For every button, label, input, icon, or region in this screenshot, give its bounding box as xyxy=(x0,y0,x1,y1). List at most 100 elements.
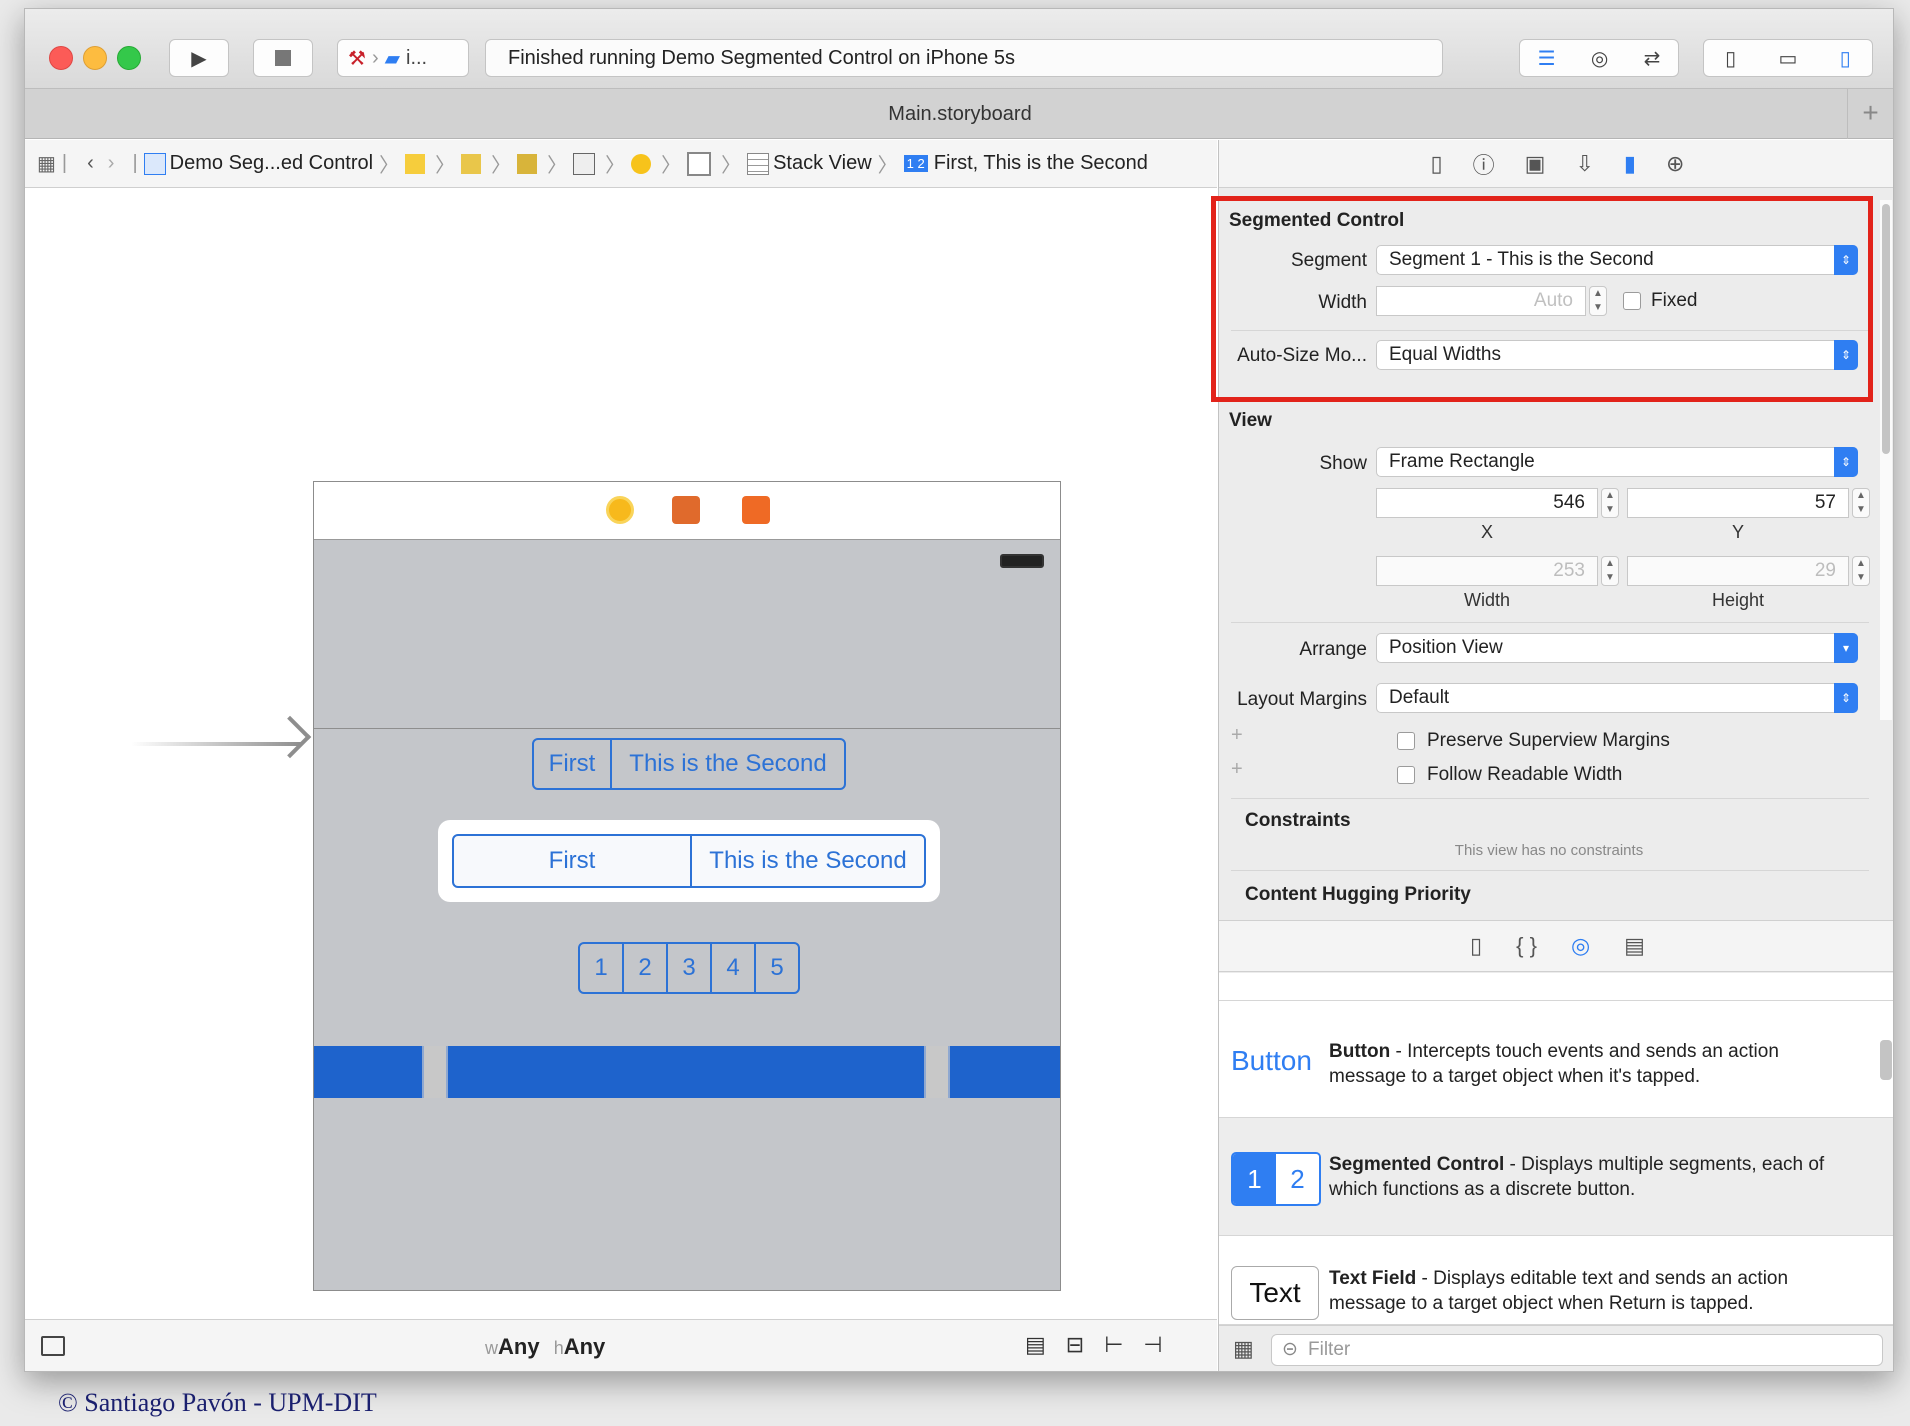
library-item-text: Segmented Control - Displays multiple se… xyxy=(1329,1152,1849,1202)
storyboard-file-icon[interactable] xyxy=(517,153,538,174)
device-icon: ▰ xyxy=(384,47,400,70)
navigator-toggle-icon[interactable]: ▯ xyxy=(1725,46,1736,71)
selected-stack-view-bar[interactable] xyxy=(314,1046,1060,1098)
segment-5[interactable]: 5 xyxy=(756,944,798,992)
resize-handle-left[interactable] xyxy=(422,1046,448,1098)
add-tab-button[interactable]: + xyxy=(1847,89,1893,139)
arrange-popup-value: Position View xyxy=(1389,637,1503,658)
object-library-icon[interactable]: ◎ xyxy=(1571,933,1590,959)
grid-view-icon[interactable]: ▦ xyxy=(1233,1336,1254,1362)
layout-margins-label: Layout Margins xyxy=(1237,689,1367,710)
version-editor-icon[interactable]: ⇄ xyxy=(1644,46,1661,71)
storyboard-icon[interactable] xyxy=(461,153,482,174)
segmented-control-icon: 1 2 xyxy=(903,155,928,172)
back-arrow-icon[interactable]: ‹ xyxy=(87,152,94,175)
media-library-icon[interactable]: ▤ xyxy=(1624,933,1645,959)
add-variation-icon[interactable]: + xyxy=(1231,758,1243,781)
stop-button[interactable] xyxy=(253,39,313,77)
scene-icon[interactable] xyxy=(573,152,596,175)
library-item-text-field[interactable]: Text Text Field - Displays editable text… xyxy=(1219,1236,1893,1325)
filter-placeholder: Filter xyxy=(1308,1339,1351,1360)
tab-main-storyboard[interactable]: Main.storyboard xyxy=(25,89,1893,139)
x-label: X xyxy=(1480,522,1493,542)
view-controller-icon[interactable] xyxy=(631,153,652,174)
segment-second[interactable]: This is the Second xyxy=(692,836,924,886)
height-stepper[interactable]: ▲ ▼ xyxy=(1852,556,1870,586)
width-field[interactable]: 253 xyxy=(1376,556,1598,586)
size-class-selector[interactable]: wAny hAny xyxy=(485,1334,605,1360)
storyboard-canvas[interactable]: First This is the Second First This is t… xyxy=(25,189,1217,1319)
arrange-popup[interactable]: Position View ▾ xyxy=(1376,633,1858,663)
view-section-title: View xyxy=(1229,410,1272,431)
segment-first[interactable]: First xyxy=(534,740,612,788)
view-controller-scene[interactable]: First This is the Second First This is t… xyxy=(313,481,1061,1291)
align-icon[interactable]: ⊟ xyxy=(1066,1332,1084,1358)
highlight-annotation-box xyxy=(1211,196,1873,402)
breadcrumb-project[interactable]: Demo Seg...ed Control xyxy=(170,152,373,175)
library-item-segmented-control[interactable]: 1 2 Segmented Control - Displays multipl… xyxy=(1219,1118,1893,1236)
width-caption: Width xyxy=(1463,590,1510,610)
utilities-toggle-icon[interactable]: ▯ xyxy=(1840,46,1851,71)
segment-4[interactable]: 4 xyxy=(712,944,756,992)
resize-handle-right[interactable] xyxy=(924,1046,950,1098)
resolve-issues-icon[interactable]: ⊣ xyxy=(1143,1332,1162,1358)
inspector-tabs: ▯ ⓘ ▣ ⇩ ▮ ⊕ xyxy=(1219,140,1893,188)
exit-icon[interactable] xyxy=(742,496,770,524)
file-inspector-icon[interactable]: ▯ xyxy=(1431,151,1443,177)
library-item-button[interactable]: Button Button - Intercepts touch events … xyxy=(1219,1000,1893,1118)
minimize-window-button[interactable] xyxy=(83,46,107,70)
view-toggle-group: ▯ ▭ ▯ xyxy=(1703,39,1873,77)
jump-bar: ▦ | ‹ › | Demo Seg...ed Control 〉 〉 〉 〉 … xyxy=(25,140,1217,188)
window-toolbar: ▶ ⚒ › ▰ i... Finished running Demo Segme… xyxy=(25,9,1893,89)
connections-inspector-icon[interactable]: ⊕ xyxy=(1666,151,1684,177)
size-inspector-icon[interactable]: ▮ xyxy=(1624,151,1636,177)
document-outline-toggle-icon[interactable] xyxy=(41,1336,65,1356)
segmented-control-small[interactable]: First This is the Second xyxy=(532,738,846,790)
segment-first[interactable]: First xyxy=(454,836,692,886)
file-template-library-icon[interactable]: ▯ xyxy=(1470,933,1482,959)
library-scrollbar-thumb[interactable] xyxy=(1880,1040,1892,1080)
segment-3[interactable]: 3 xyxy=(668,944,712,992)
preserve-margins-checkbox[interactable] xyxy=(1397,732,1415,750)
stack-icon[interactable]: ▤ xyxy=(1025,1332,1046,1358)
segment-1[interactable]: 1 xyxy=(580,944,624,992)
width-stepper[interactable]: ▲ ▼ xyxy=(1601,556,1619,586)
close-window-button[interactable] xyxy=(49,46,73,70)
x-stepper[interactable]: ▲ ▼ xyxy=(1601,488,1619,518)
forward-arrow-icon[interactable]: › xyxy=(108,152,115,175)
height-field[interactable]: 29 xyxy=(1627,556,1849,586)
pin-icon[interactable]: ⊢ xyxy=(1104,1332,1123,1358)
related-items-icon[interactable]: ▦ xyxy=(37,151,56,176)
show-popup[interactable]: Frame Rectangle ⇕ xyxy=(1376,447,1858,477)
y-stepper[interactable]: ▲ ▼ xyxy=(1852,488,1870,518)
layout-margins-popup[interactable]: Default ⇕ xyxy=(1376,683,1858,713)
quick-help-icon[interactable]: ⓘ xyxy=(1473,148,1495,180)
zoom-window-button[interactable] xyxy=(117,46,141,70)
first-responder-icon[interactable] xyxy=(672,496,700,524)
segmented-control-numbers[interactable]: 1 2 3 4 5 xyxy=(578,942,800,994)
add-variation-icon[interactable]: + xyxy=(1231,724,1243,747)
standard-editor-icon[interactable]: ☰ xyxy=(1538,46,1556,71)
code-snippet-library-icon[interactable]: { } xyxy=(1516,933,1537,959)
view-controller-icon[interactable] xyxy=(606,496,634,524)
width-class-value: Any xyxy=(498,1334,540,1359)
segment-2[interactable]: 2 xyxy=(624,944,668,992)
readable-width-checkbox[interactable] xyxy=(1397,766,1415,784)
inspector-scrollbar[interactable] xyxy=(1880,200,1892,720)
segment-second[interactable]: This is the Second xyxy=(612,740,844,788)
assistant-editor-icon[interactable]: ◎ xyxy=(1591,46,1608,71)
run-button[interactable]: ▶ xyxy=(169,39,229,77)
breadcrumb-stack-view[interactable]: Stack View xyxy=(773,152,872,175)
y-field[interactable]: 57 xyxy=(1627,488,1849,518)
debug-area-toggle-icon[interactable]: ▭ xyxy=(1779,46,1798,71)
x-field[interactable]: 546 xyxy=(1376,488,1598,518)
segmented-control-selected[interactable]: First This is the Second xyxy=(452,834,926,888)
identity-inspector-icon[interactable]: ▣ xyxy=(1525,151,1546,177)
folder-icon[interactable] xyxy=(405,153,426,174)
breadcrumb-segmented-control[interactable]: First, This is the Second xyxy=(934,152,1148,175)
scheme-selector[interactable]: ⚒ › ▰ i... xyxy=(337,39,469,77)
attributes-inspector-icon[interactable]: ⇩ xyxy=(1575,151,1593,177)
scrollbar-thumb[interactable] xyxy=(1882,204,1890,454)
filter-input[interactable]: ⊝ Filter xyxy=(1271,1334,1883,1366)
view-icon[interactable] xyxy=(687,151,712,176)
